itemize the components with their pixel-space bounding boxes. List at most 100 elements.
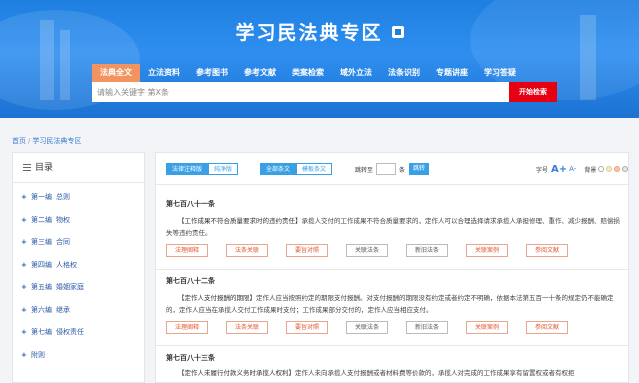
action-related-cases-button[interactable]: 关联案例 (466, 244, 508, 257)
action-old-new-articles-button[interactable]: 新旧法条 (406, 244, 448, 257)
sidebar-list: + 第一编 总则 + 第二编 物权 + 第三编 合同 + 第四编 人格权 + 第五编 婚姻家庭 + 第… (13, 183, 144, 366)
jump-suffix: 条 (399, 166, 406, 174)
sidebar-item-part-3[interactable]: + 第三编 合同 (21, 231, 144, 254)
article-title: 第七百八十一条 (166, 200, 215, 208)
action-related-articles-button[interactable]: 关联法条 (346, 321, 388, 334)
main-content: 法律注释版 纯净版 全部条文 模板条文 跳转至 条 跳转 字号 A+ A- 背景 (155, 152, 629, 383)
sidebar-item-part: 第六编 (31, 305, 52, 314)
background-gray-option[interactable] (622, 166, 628, 172)
article-body: 【定作人未履行付款义务时承揽人权利】定作人未向承揽人支付报酬或者材料费等价款的，… (166, 367, 621, 379)
article-heading: 【定作人支付报酬的期限】 (178, 294, 256, 302)
article-actions: 法理阐释 法条关联 要旨对照 关联法条 新旧法条 关联案例 参阅文献 (166, 244, 626, 257)
sidebar-item-label: 物权 (56, 215, 70, 224)
action-related-articles-button[interactable]: 关联法条 (346, 244, 388, 257)
action-gist-compare-button[interactable]: 要旨对照 (286, 244, 328, 257)
page: 学习民法典专区 法典全文 立法资料 参考图书 参考文献 类案检索 域外立法 法条… (0, 0, 639, 383)
action-reference-docs-button[interactable]: 参阅文献 (526, 321, 568, 334)
background-beige-option[interactable] (606, 166, 613, 172)
article-heading: 【定作人未履行付款义务时承揽人权利】 (178, 369, 295, 377)
breadcrumb: 首页 / 学习民法典专区 (12, 136, 81, 146)
divider (156, 269, 628, 270)
nav-item-legislative-materials[interactable]: 立法资料 (140, 64, 188, 82)
sidebar-item-part-4[interactable]: + 第四编 人格权 (21, 254, 144, 277)
sidebar-item-label: 侵权责任 (56, 328, 84, 336)
nav-item-references[interactable]: 参考文献 (236, 64, 284, 82)
article-actions: 法理阐释 法条关联 要旨对照 关联法条 新旧法条 关联案例 参阅文献 (166, 321, 626, 334)
article-body: 【定作人支付报酬的期限】定作人应当按照约定的期限支付报酬。对支付报酬的期限没有约… (166, 292, 621, 316)
expand-plus-icon[interactable]: + (21, 321, 31, 344)
action-related-cases-button[interactable]: 关联案例 (466, 321, 508, 334)
action-reference-docs-button[interactable]: 参阅文献 (526, 244, 568, 257)
sidebar-item-part: 第一编 (31, 193, 52, 201)
article-text: 定作人未向承揽人支付报酬或者材料费等价款的，承揽人对完成的工作成果享有留置权或者… (295, 369, 575, 377)
nav-item-article-recognition[interactable]: 法条识别 (380, 64, 428, 82)
article-783: 第七百八十三条 【定作人未履行付款义务时承揽人权利】定作人未向承揽人支付报酬或者… (166, 353, 626, 379)
divider (156, 345, 628, 346)
sidebar-item-part-2[interactable]: + 第二编 物权 (21, 209, 144, 232)
breadcrumb-home[interactable]: 首页 (12, 137, 26, 145)
sidebar-item-part-5[interactable]: + 第五编 婚姻家庭 (21, 276, 144, 299)
top-nav: 法典全文 立法资料 参考图书 参考文献 类案检索 域外立法 法条识别 专题讲座 … (92, 64, 524, 82)
action-article-link-button[interactable]: 法条关联 (226, 244, 268, 257)
expand-plus-icon[interactable]: + (21, 186, 31, 209)
display-controls: 字号 A+ A- 背景 (536, 162, 628, 176)
breadcrumb-current[interactable]: 学习民法典专区 (32, 137, 81, 145)
action-gist-compare-button[interactable]: 要旨对照 (286, 321, 328, 334)
expand-plus-icon[interactable]: + (21, 299, 31, 322)
sidebar-item-part-1[interactable]: + 第一编 总则 (21, 186, 144, 209)
jump-label: 跳转至 (355, 166, 374, 174)
nav-item-lectures[interactable]: 专题讲座 (428, 64, 476, 82)
expand-plus-icon[interactable]: + (21, 344, 31, 367)
jump-button[interactable]: 跳转 (409, 163, 430, 175)
sidebar-item-part: 第二编 (31, 215, 52, 224)
search-bar: 开始检索 (92, 82, 557, 102)
nav-item-qa[interactable]: 学习答疑 (476, 64, 524, 82)
annotated-version-button[interactable]: 法律注释版 (166, 163, 209, 175)
reading-toolbar: 法律注释版 纯净版 全部条文 模板条文 跳转至 条 跳转 字号 A+ A- 背景 (156, 153, 628, 185)
sidebar: 目录 + 第一编 总则 + 第二编 物权 + 第三编 合同 + 第四编 人格权 + 第五编 婚姻家庭… (12, 152, 145, 383)
sidebar-item-label: 婚姻家庭 (56, 283, 84, 291)
background-orange-option[interactable] (614, 166, 621, 172)
font-decrease-button[interactable]: A- (569, 165, 576, 173)
sidebar-item-part-7[interactable]: + 第七编 侵权责任 (21, 321, 144, 344)
nav-item-reference-books[interactable]: 参考图书 (188, 64, 236, 82)
sidebar-item-label: 合同 (56, 238, 70, 246)
background-label: 背景 (584, 166, 597, 174)
sidebar-item-part-6[interactable]: + 第六编 继承 (21, 299, 144, 322)
background-white-option[interactable] (598, 166, 605, 172)
action-legal-interpretation-button[interactable]: 法理阐释 (166, 321, 208, 334)
sidebar-item-supplementary[interactable]: + 附则 (21, 344, 144, 367)
sidebar-item-part: 第七编 (31, 328, 52, 336)
title-area: 学习民法典专区 (0, 18, 639, 45)
nav-item-case-search[interactable]: 类案检索 (284, 64, 332, 82)
expand-plus-icon[interactable]: + (21, 209, 31, 232)
action-article-link-button[interactable]: 法条关联 (226, 321, 268, 334)
template-articles-button[interactable]: 模板条文 (296, 163, 333, 175)
nav-item-foreign-legislation[interactable]: 域外立法 (332, 64, 380, 82)
font-size-label: 字号 (536, 166, 549, 174)
plain-version-button[interactable]: 纯净版 (208, 163, 239, 175)
menu-icon (23, 164, 31, 171)
qr-code-icon[interactable] (391, 25, 404, 38)
jump-article-input[interactable] (376, 163, 397, 175)
article-title: 第七百八十三条 (166, 354, 215, 362)
search-input[interactable] (92, 82, 509, 102)
expand-plus-icon[interactable]: + (21, 254, 31, 277)
article-782: 第七百八十二条 【定作人支付报酬的期限】定作人应当按照约定的期限支付报酬。对支付… (166, 276, 626, 334)
expand-plus-icon[interactable]: + (21, 231, 31, 254)
jump-control: 跳转至 条 跳转 (355, 163, 430, 175)
expand-plus-icon[interactable]: + (21, 276, 31, 299)
sidebar-item-part: 第三编 (31, 238, 52, 246)
action-old-new-articles-button[interactable]: 新旧法条 (406, 321, 448, 334)
action-legal-interpretation-button[interactable]: 法理阐释 (166, 244, 208, 257)
font-increase-button[interactable]: A+ (551, 164, 567, 175)
sidebar-item-label: 总则 (56, 193, 70, 201)
sidebar-item-part: 附则 (31, 350, 45, 359)
nav-item-full-text[interactable]: 法典全文 (92, 64, 140, 82)
breadcrumb-separator: / (28, 137, 31, 145)
all-articles-button[interactable]: 全部条文 (260, 163, 297, 175)
sidebar-title: 目录 (35, 163, 54, 173)
search-button[interactable]: 开始检索 (509, 82, 557, 102)
text-scope-toggle: 全部条文 模板条文 (260, 163, 333, 175)
sidebar-item-label: 人格权 (56, 260, 77, 269)
